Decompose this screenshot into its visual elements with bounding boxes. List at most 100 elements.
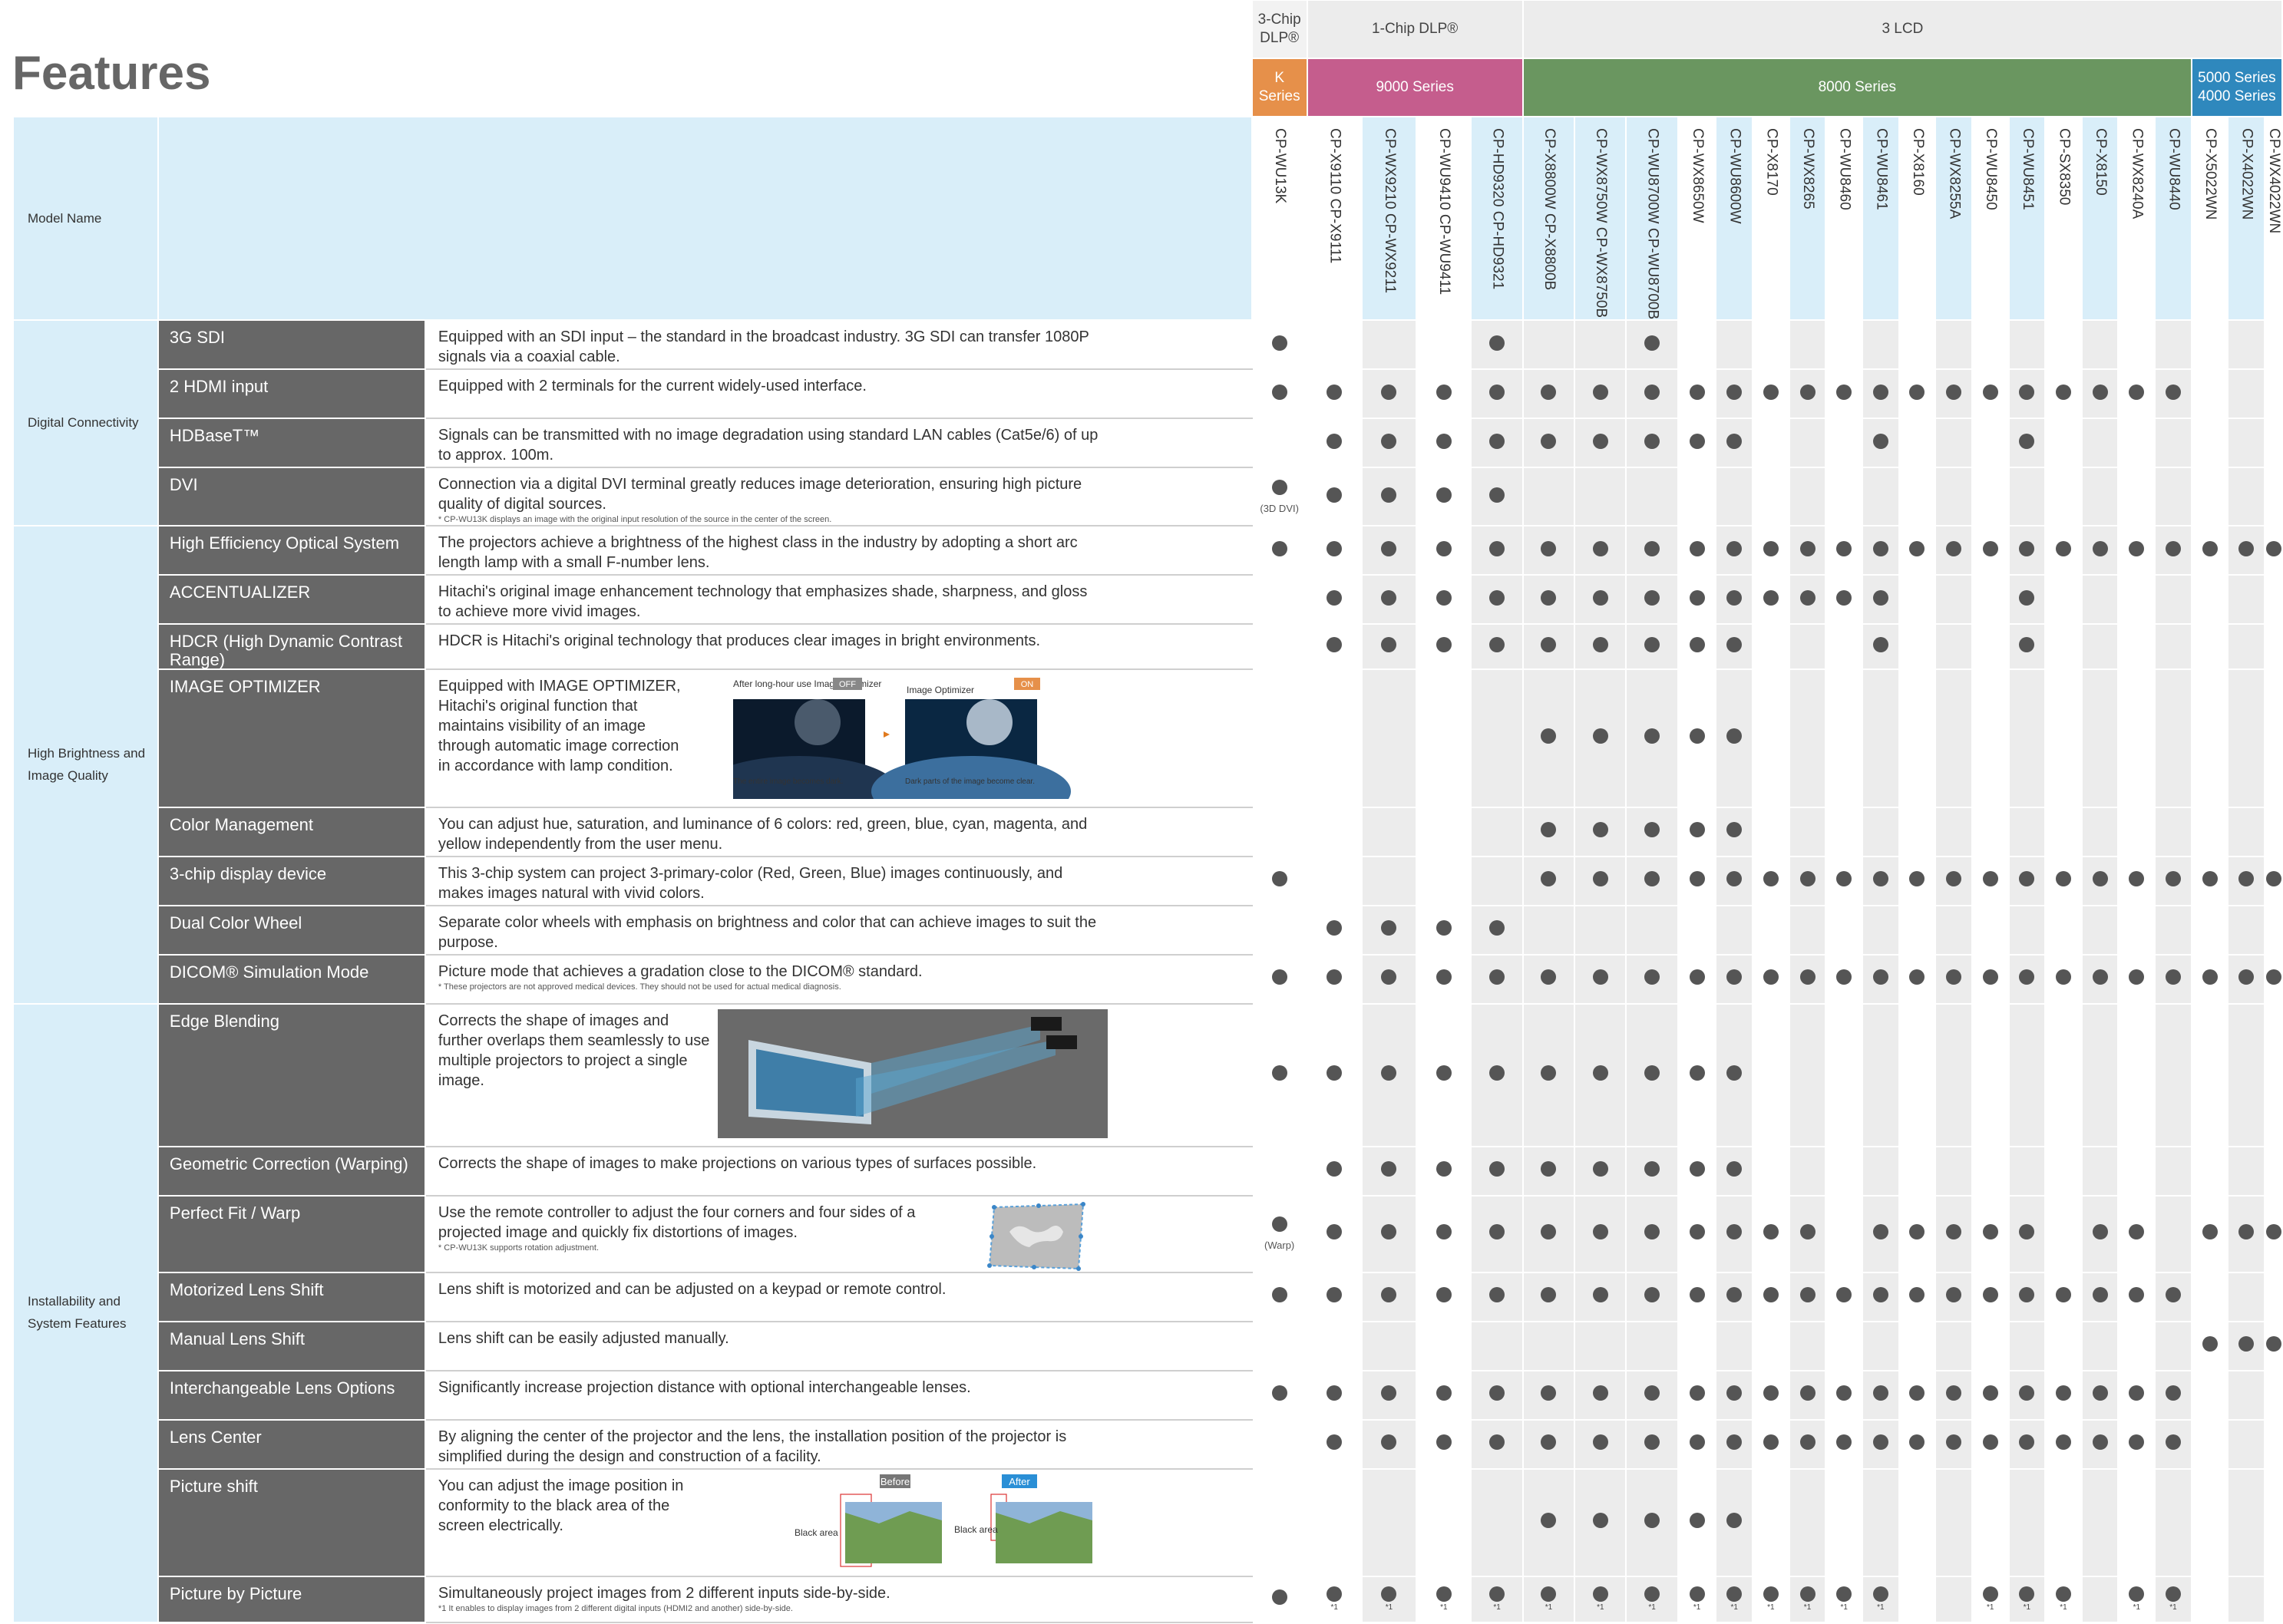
feature-cell [1306, 1271, 1363, 1322]
feature-cell [2007, 525, 2047, 576]
feature-cell [1306, 418, 1363, 469]
feature-cell [1574, 1467, 1627, 1577]
supported-dot [1381, 384, 1397, 400]
feature-cell [1470, 368, 1524, 420]
supported-dot [2056, 1434, 2071, 1451]
group-3chip-dlp: 3-Chip DLP® [1251, 0, 1308, 59]
supported-dot [1489, 969, 1505, 985]
supported-dot [1271, 540, 1287, 556]
feature-cell [2227, 1002, 2266, 1147]
model-name-text: CP-X8150 [2093, 128, 2110, 196]
feature-cell [1416, 1145, 1472, 1197]
feature-cell [1470, 525, 1524, 576]
supported-dot [2092, 871, 2108, 887]
feature-cell [1677, 418, 1717, 469]
feature-cell [1715, 806, 1754, 857]
feature-cell [1825, 1369, 1863, 1421]
supported-dot [1644, 1513, 1660, 1529]
feature-cell [1861, 574, 1900, 626]
feature-cell [1677, 574, 1717, 626]
feature-cell [1306, 1467, 1363, 1577]
description-text: Equipped with an SDI input – the standar… [438, 328, 1089, 366]
supported-dot [1726, 433, 1743, 449]
supported-dot [1836, 1586, 1852, 1603]
feature-row: Dual Color Wheel Separate color wheels wi… [13, 904, 2283, 956]
supported-dot [1592, 871, 1608, 887]
feature-cell [1521, 904, 1576, 956]
feature-cell [1360, 418, 1418, 469]
feature-cell [1934, 418, 1973, 469]
feature-cell [1752, 855, 1790, 906]
feature-cell [2080, 1194, 2119, 1273]
feature-cell [1934, 1320, 1973, 1371]
supported-dot [1381, 589, 1397, 606]
feature-cell [1574, 668, 1627, 808]
feature-name: Color Management [157, 806, 426, 857]
feature-cell [1360, 1418, 1418, 1470]
description-note: * CP-WU13K supports rotation adjustment. [438, 1243, 600, 1253]
feature-cell [1521, 1418, 1576, 1470]
supported-dot [2019, 433, 2035, 449]
feature-cell [1861, 1320, 1900, 1371]
feature-cell [1752, 368, 1790, 420]
supported-dot [1982, 969, 1998, 985]
illustration-caption: Black area [954, 1524, 998, 1535]
supported-dot [1644, 1434, 1660, 1451]
feature-cell [1715, 1320, 1754, 1371]
feature-cell [1971, 1002, 2010, 1147]
feature-cell [2080, 1418, 2119, 1470]
supported-dot [1327, 920, 1343, 936]
feature-cell [1971, 467, 2010, 527]
supported-dot [1271, 969, 1287, 985]
supported-dot [1644, 384, 1660, 400]
description-text: The projectors achieve a brightness of t… [438, 534, 1078, 572]
feature-cell [1574, 1418, 1627, 1470]
supported-dot [2129, 1287, 2145, 1303]
feature-cell [1715, 574, 1754, 626]
feature-cell [2227, 806, 2266, 857]
supported-dot [1836, 1434, 1852, 1451]
supported-dot [2092, 384, 2108, 400]
model-name-text: CP-WX4022WN [2266, 128, 2282, 234]
feature-row: ACCENTUALIZER Hitachi's original image en… [13, 574, 2283, 626]
supported-dot [1689, 637, 1705, 653]
feature-description: Picture mode that achieves a gradation c… [424, 953, 1253, 1005]
feature-cell [2154, 1418, 2192, 1470]
feature-cell [2190, 1271, 2229, 1322]
feature-name: Perfect Fit / Warp [157, 1194, 426, 1273]
feature-cell [1625, 467, 1679, 527]
feature-cell [2080, 418, 2119, 469]
model-name-text: CP-HD9320 CP-HD9321 [1489, 128, 1506, 290]
feature-cell [1677, 904, 1717, 956]
feature-name: Dual Color Wheel [157, 904, 426, 956]
feature-cell [2264, 904, 2283, 956]
supported-dot [1872, 589, 1888, 606]
feature-cell [1825, 418, 1863, 469]
supported-dot [1982, 1385, 1998, 1401]
feature-cell [1416, 855, 1472, 906]
feature-cell [2080, 1467, 2119, 1577]
feature-cell [1306, 319, 1363, 371]
feature-cell [1251, 668, 1308, 808]
feature-cell [2044, 1320, 2083, 1371]
supported-dot [1489, 487, 1505, 503]
feature-cell [1788, 1467, 1827, 1577]
picture-shift-illustration: Before Black area After Black area [795, 1474, 1102, 1576]
feature-cell [2190, 1575, 2229, 1623]
model-name-text: CP-X8160 [1909, 128, 1926, 196]
feature-cell [1306, 623, 1363, 670]
supported-dot [1541, 1513, 1557, 1529]
supported-dot [1489, 920, 1505, 936]
feature-cell [2044, 467, 2083, 527]
supported-dot [1271, 1385, 1287, 1401]
feature-cell [1825, 806, 1863, 857]
supported-dot [1982, 1434, 1998, 1451]
supported-dot [1541, 728, 1557, 744]
feature-cell [1898, 1320, 1937, 1371]
supported-dot [1271, 335, 1287, 351]
model-name-text: CP-WU8450 [1983, 128, 2000, 210]
feature-cell [1251, 953, 1308, 1005]
supported-dot [1592, 1586, 1608, 1603]
feature-cell [1898, 418, 1937, 469]
feature-cell [1825, 668, 1863, 808]
